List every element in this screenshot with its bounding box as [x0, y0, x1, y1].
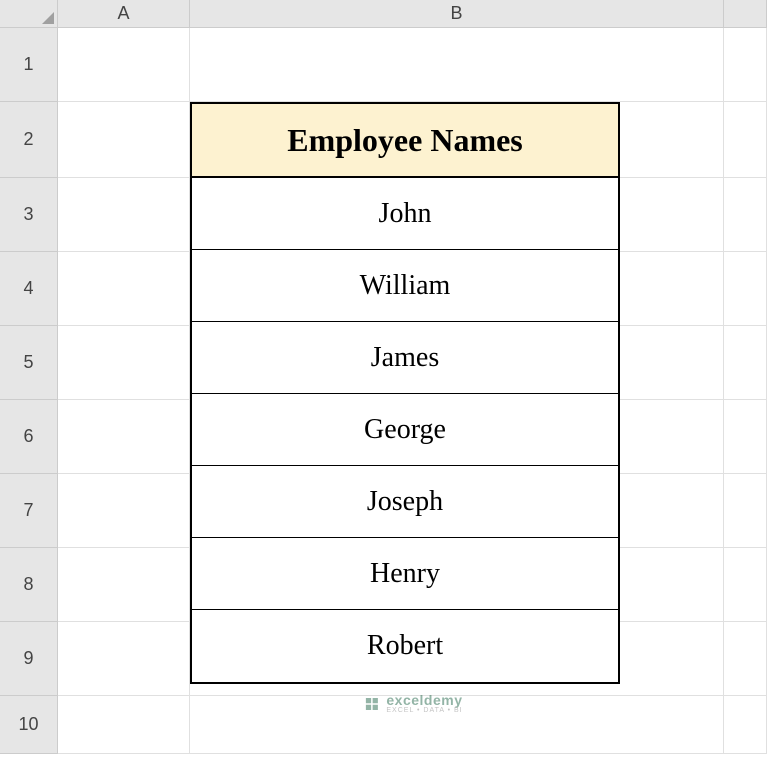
- table-row[interactable]: Robert: [192, 610, 618, 682]
- cell-a5[interactable]: [58, 326, 190, 400]
- table-header[interactable]: Employee Names: [192, 104, 618, 178]
- cell-b1[interactable]: [190, 28, 724, 102]
- row-headers: 1 2 3 4 5 6 7 8 9 10: [0, 28, 58, 784]
- column-headers: A B: [0, 0, 767, 28]
- grid-area: Employee Names John William James George…: [58, 28, 767, 784]
- select-all-corner[interactable]: [0, 0, 58, 28]
- cell-c10[interactable]: [724, 696, 767, 754]
- cell-c9[interactable]: [724, 622, 767, 696]
- table-row[interactable]: James: [192, 322, 618, 394]
- cell-c2[interactable]: [724, 102, 767, 178]
- cell-c7[interactable]: [724, 474, 767, 548]
- row-header-1[interactable]: 1: [0, 28, 58, 102]
- row-header-9[interactable]: 9: [0, 622, 58, 696]
- table-row[interactable]: Joseph: [192, 466, 618, 538]
- column-header-c[interactable]: [724, 0, 767, 28]
- table-row[interactable]: Henry: [192, 538, 618, 610]
- cell-a10[interactable]: [58, 696, 190, 754]
- cell-a1[interactable]: [58, 28, 190, 102]
- watermark-brand: exceldemy: [386, 693, 462, 707]
- column-header-a[interactable]: A: [58, 0, 190, 28]
- row-header-10[interactable]: 10: [0, 696, 58, 754]
- row-header-2[interactable]: 2: [0, 102, 58, 178]
- cell-a4[interactable]: [58, 252, 190, 326]
- cell-c3[interactable]: [724, 178, 767, 252]
- cell-a2[interactable]: [58, 102, 190, 178]
- table-row[interactable]: William: [192, 250, 618, 322]
- cell-c6[interactable]: [724, 400, 767, 474]
- watermark-tagline: EXCEL • DATA • BI: [386, 707, 462, 714]
- table-row[interactable]: John: [192, 178, 618, 250]
- cell-a3[interactable]: [58, 178, 190, 252]
- cell-a8[interactable]: [58, 548, 190, 622]
- cell-a6[interactable]: [58, 400, 190, 474]
- cell-c5[interactable]: [724, 326, 767, 400]
- row-header-4[interactable]: 4: [0, 252, 58, 326]
- watermark: exceldemy EXCEL • DATA • BI: [362, 693, 462, 714]
- watermark-text: exceldemy EXCEL • DATA • BI: [386, 693, 462, 714]
- employee-table: Employee Names John William James George…: [190, 102, 620, 684]
- row-header-6[interactable]: 6: [0, 400, 58, 474]
- cell-c4[interactable]: [724, 252, 767, 326]
- row-header-3[interactable]: 3: [0, 178, 58, 252]
- row-header-7[interactable]: 7: [0, 474, 58, 548]
- cell-c8[interactable]: [724, 548, 767, 622]
- table-row[interactable]: George: [192, 394, 618, 466]
- cell-a9[interactable]: [58, 622, 190, 696]
- cell-a7[interactable]: [58, 474, 190, 548]
- cell-c1[interactable]: [724, 28, 767, 102]
- watermark-logo-icon: [362, 695, 380, 713]
- spreadsheet: A B 1 2 3 4 5 6 7 8 9 10: [0, 0, 767, 784]
- row-header-5[interactable]: 5: [0, 326, 58, 400]
- row-header-8[interactable]: 8: [0, 548, 58, 622]
- column-header-b[interactable]: B: [190, 0, 724, 28]
- body-area: 1 2 3 4 5 6 7 8 9 10: [0, 28, 767, 784]
